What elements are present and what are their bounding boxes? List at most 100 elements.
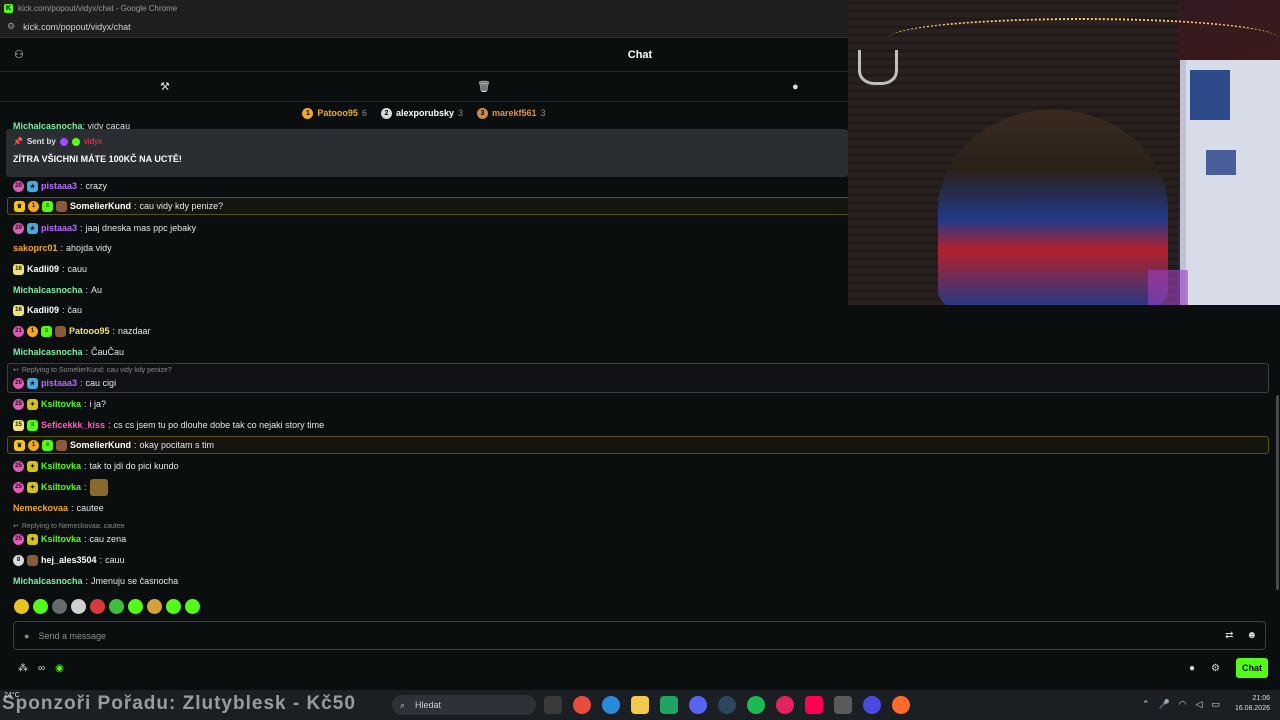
message-username[interactable]: hej_ales3504 — [41, 555, 97, 565]
message-text: okay pocitam s tim — [139, 440, 215, 450]
reply-context[interactable]: ↩ Replying to SomelierKund: cau vidy kdy… — [13, 366, 172, 375]
firefox-icon[interactable] — [892, 696, 910, 714]
message-username[interactable]: Ksiltovka — [41, 482, 81, 492]
message-username[interactable]: Seficekkk_kiss — [41, 420, 105, 430]
message-username[interactable]: Michalcasnocha — [13, 285, 83, 295]
site-info-icon[interactable]: ⚙ — [7, 21, 15, 32]
chat-settings-bubble-icon[interactable]: ● — [1189, 663, 1195, 674]
message-username[interactable]: pistaaa3 — [41, 378, 77, 388]
clock-date: 16.08.2026 — [1234, 705, 1270, 712]
emote-icon[interactable] — [33, 599, 48, 614]
pinned-message[interactable]: 📌 Sent by vidyx ZÍTRA VŠICHNI MÁTE 100KČ… — [6, 129, 848, 177]
steam-icon[interactable] — [718, 696, 736, 714]
points-icon[interactable]: ◉ — [55, 663, 64, 674]
chat-message: 20 ★ pistaaa3: cau cigi — [7, 374, 116, 392]
chrome-icon[interactable] — [573, 696, 591, 714]
message-username[interactable]: SomelierKund — [70, 201, 131, 211]
message-username[interactable]: Nemeckovaa — [13, 503, 68, 513]
message-username[interactable]: SomelierKund — [70, 440, 131, 450]
subscriber-badge-icon: 15 — [13, 419, 24, 431]
message-username[interactable]: Michalcasnocha — [13, 347, 83, 357]
users-icon[interactable]: ⁂ — [18, 663, 28, 674]
emote-icon[interactable] — [71, 599, 86, 614]
hammer-icon[interactable]: ⚒ — [160, 80, 170, 93]
taskbar-clock[interactable]: 21:06 16.08.2026 — [1235, 694, 1270, 714]
message-username[interactable]: Michalcasnocha — [13, 576, 83, 586]
emote-icon[interactable] — [109, 599, 124, 614]
emote-icon[interactable] — [128, 599, 143, 614]
notepad-icon[interactable] — [660, 696, 678, 714]
pinned-sender[interactable]: vidyx — [84, 137, 102, 146]
message-username[interactable]: Patooo95 — [69, 326, 110, 336]
message-username[interactable]: sakoprc01 — [13, 243, 58, 253]
pinned-text: ZÍTRA VŠICHNI MÁTE 100KČ NA UCTĚ! — [13, 154, 182, 164]
chat-message: Nemeckovaa: cautee — [13, 503, 104, 513]
app-icon[interactable] — [776, 696, 794, 714]
moderator-badge-icon: ≡ — [42, 439, 53, 451]
clock-time: 21:06 — [1252, 695, 1270, 702]
leader-2[interactable]: 2 alexporubsky 3 — [380, 107, 463, 119]
sent-by-label: Sent by — [26, 137, 56, 146]
message-input[interactable]: ● Send a message ⇄ ☻ — [13, 621, 1266, 650]
emote-icon[interactable] — [52, 599, 67, 614]
message-text: ahojda vidy — [66, 243, 112, 253]
basketball-hoop-icon — [858, 50, 898, 85]
search-placeholder[interactable]: Hledat — [415, 700, 441, 710]
app-icon[interactable] — [834, 696, 852, 714]
emote-icon[interactable] — [14, 599, 29, 614]
tiktok-icon[interactable] — [805, 696, 823, 714]
webcam-overlay — [848, 0, 1280, 305]
chevron-up-icon[interactable]: ⌃ — [1142, 699, 1150, 710]
message-username[interactable]: pistaaa3 — [41, 181, 77, 191]
translate-icon[interactable]: ⇄ — [1225, 630, 1233, 641]
message-placeholder[interactable]: Send a message — [38, 631, 106, 641]
leader-count: 6 — [361, 108, 367, 118]
emoji-icon[interactable]: ☻ — [1246, 630, 1257, 641]
chat-scrollbar[interactable] — [1276, 395, 1279, 590]
send-chat-button[interactable]: Chat — [1236, 658, 1268, 678]
microphone-icon[interactable]: 🎤 — [1158, 699, 1169, 710]
message-text: cau cigi — [85, 378, 117, 388]
message-text: Au — [91, 285, 103, 295]
emote-icon[interactable] — [147, 599, 162, 614]
community-icon[interactable]: ⚇ — [14, 48, 24, 61]
trash-icon[interactable]: 🗑 — [477, 80, 491, 93]
gifter-badge-icon: 1 — [28, 439, 39, 451]
chat-bubble-icon[interactable]: ● — [792, 81, 799, 93]
address-bar[interactable]: ⚙ kick.com/popout/vidyx/chat — [0, 16, 848, 38]
message-username[interactable]: Ksiltovka — [41, 461, 81, 471]
system-tray: ⌃ 🎤 ◠ ◁ ▭ — [1142, 699, 1220, 710]
emote-quickbar — [14, 599, 200, 614]
pin-icon: 📌 — [13, 137, 23, 146]
url-text[interactable]: kick.com/popout/vidyx/chat — [23, 22, 131, 32]
gifter-badge-icon: 1 — [27, 325, 38, 337]
file-explorer-icon[interactable] — [631, 696, 649, 714]
leader-3[interactable]: 3 marekf561 3 — [477, 107, 546, 119]
message-username[interactable]: pistaaa3 — [41, 223, 77, 233]
message-text: cautee — [76, 503, 104, 513]
discord-icon[interactable] — [689, 696, 707, 714]
leader-1[interactable]: 1 Patooo95 6 — [302, 107, 367, 119]
subscriber-badge-icon: 20 — [13, 222, 24, 234]
emote-icon[interactable] — [90, 599, 105, 614]
message-username[interactable]: Ksiltovka — [41, 399, 81, 409]
message-username[interactable]: Kadli09 — [27, 264, 59, 274]
streamer — [938, 110, 1168, 305]
emote-icon[interactable] — [185, 599, 200, 614]
edge-icon[interactable] — [602, 696, 620, 714]
chat-message: 25 ✦ Ksiltovka: i ja? — [7, 395, 106, 413]
gear-icon[interactable]: ⚙ — [1211, 663, 1220, 674]
spotify-icon[interactable] — [747, 696, 765, 714]
taskbar-search[interactable]: ⌕ Hledat — [392, 695, 536, 715]
infinity-icon[interactable]: ∞ — [38, 663, 45, 674]
wifi-icon[interactable]: ◠ — [1179, 699, 1187, 710]
battery-icon[interactable]: ▭ — [1211, 699, 1220, 710]
message-username[interactable]: Ksiltovka — [41, 534, 81, 544]
task-view-icon[interactable] — [544, 696, 562, 714]
app-icon[interactable] — [863, 696, 881, 714]
emote-icon[interactable] — [166, 599, 181, 614]
volume-icon[interactable]: ◁ — [1196, 699, 1203, 710]
message-username[interactable]: Kadli09 — [27, 305, 59, 315]
message-text: crazy — [85, 181, 108, 191]
reply-context[interactable]: ↩ Replying to Nemeckovaa: cautee — [13, 522, 125, 531]
